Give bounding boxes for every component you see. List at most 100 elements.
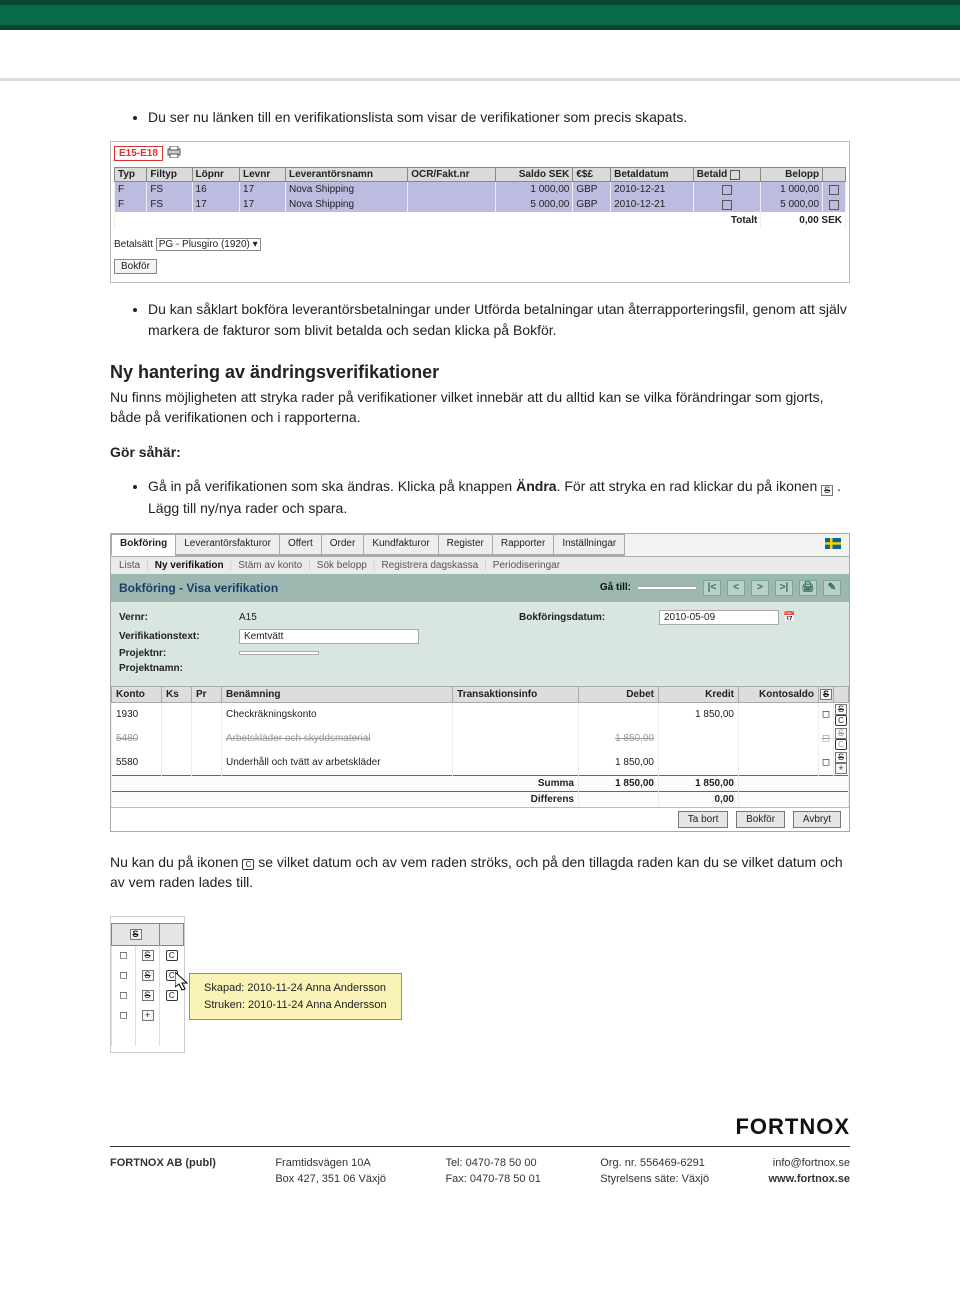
subtab-periodiseringar[interactable]: Periodiseringar xyxy=(493,560,560,571)
strike-icon[interactable]: S xyxy=(142,970,154,981)
th-strike: S xyxy=(819,686,834,702)
grid-row-struck[interactable]: 5480 Arbetskläder och skyddsmaterial 1 8… xyxy=(112,727,849,751)
nav-first-icon[interactable]: |< xyxy=(703,580,721,596)
print-icon[interactable] xyxy=(166,146,182,161)
bullet-list-1: Du ser nu länken till en verifikationsli… xyxy=(110,107,850,127)
screenshot-verifikation: Bokföring Leverantörsfakturor Offert Ord… xyxy=(110,533,850,832)
row-betald-checkbox[interactable] xyxy=(722,185,732,195)
strike-icon[interactable]: S xyxy=(835,728,847,739)
bullet-list-2: Du kan såklart bokföra leverantörsbetaln… xyxy=(110,299,850,340)
subtab-registrera-dagskassa[interactable]: Registrera dagskassa xyxy=(381,560,478,571)
info-c-icon: C xyxy=(242,859,254,870)
grid-row[interactable]: 5580 Underhåll och tvätt av arbetskläder… xyxy=(112,751,849,776)
betalningar-table: Typ Filtyp Löpnr Levnr Leverantörsnamn O… xyxy=(114,167,846,228)
note-icon[interactable]: ◻ xyxy=(119,950,127,961)
bokfor-button[interactable]: Bokför xyxy=(736,811,785,828)
vernr-label: Vernr: xyxy=(119,612,239,623)
betalsatt-label: Betalsätt xyxy=(114,239,153,250)
tab-kundfakturor[interactable]: Kundfakturor xyxy=(363,534,438,556)
tab-leverantorsfakturor[interactable]: Leverantörsfakturor xyxy=(175,534,280,556)
tabort-button[interactable]: Ta bort xyxy=(678,811,729,828)
th-betdatum: Betaldatum xyxy=(611,168,694,182)
th-betald: Betald xyxy=(693,168,761,182)
bokdatum-input[interactable]: 2010-05-09 xyxy=(659,610,779,625)
note-icon[interactable]: ◻ xyxy=(822,709,830,720)
strike-icon[interactable]: S xyxy=(835,704,847,715)
grid-header-row: Konto Ks Pr Benämning Transaktionsinfo D… xyxy=(112,686,849,702)
total-row: Totalt 0,00 SEK xyxy=(115,212,846,228)
th-typ: Typ xyxy=(115,168,147,182)
logo-row: FORTNOX xyxy=(110,1114,850,1140)
nav-next-icon[interactable]: > xyxy=(751,580,769,596)
action-button-bar: Ta bort Bokför Avbryt xyxy=(111,807,849,831)
row-extra-checkbox[interactable] xyxy=(829,185,839,195)
tooltip-struken: Struken: 2010-11-24 Anna Andersson xyxy=(204,997,387,1014)
projnr-input[interactable] xyxy=(239,651,319,655)
gor-sahar-label: Gör såhär: xyxy=(110,442,850,462)
betald-master-checkbox[interactable] xyxy=(730,170,740,180)
info-c-icon[interactable]: C xyxy=(166,970,178,981)
note-icon[interactable]: ◻ xyxy=(119,970,127,981)
tab-offert[interactable]: Offert xyxy=(279,534,322,556)
info-c-icon[interactable]: C xyxy=(166,990,178,1001)
vernr-value: A15 xyxy=(239,612,439,623)
panel-title: Bokföring - Visa verifikation xyxy=(119,581,278,595)
strike-icon[interactable]: S xyxy=(142,950,154,961)
summa-row: Summa 1 850,00 1 850,00 xyxy=(112,775,849,791)
tab-rapporter[interactable]: Rapporter xyxy=(492,534,554,556)
note-icon[interactable]: ◻ xyxy=(119,1010,127,1021)
tab-bokforing[interactable]: Bokföring xyxy=(111,534,176,556)
add-row-icon[interactable]: + xyxy=(835,763,847,774)
grid-row[interactable]: 1930 Checkräkningskonto 1 850,00 ◻ S C xyxy=(112,702,849,727)
note-icon[interactable]: ◻ xyxy=(822,757,830,768)
top-brand-band xyxy=(0,0,960,30)
row-betald-checkbox[interactable] xyxy=(722,200,732,210)
sweden-flag-icon[interactable] xyxy=(817,534,849,556)
subtab-stam-av-konto[interactable]: Stäm av konto xyxy=(238,560,302,571)
strike-icon[interactable]: S xyxy=(835,752,847,763)
nav-prev-icon[interactable]: < xyxy=(727,580,745,596)
new-icon[interactable]: ✎ xyxy=(823,580,841,596)
th-kontosaldo: Kontosaldo xyxy=(739,686,819,702)
th-ocr: OCR/Fakt.nr xyxy=(408,168,496,182)
info-c-icon[interactable]: C xyxy=(166,950,178,961)
th-benamning: Benämning xyxy=(222,686,453,702)
th-kredit: Kredit xyxy=(659,686,739,702)
footer-orgnr: Org. nr. 556469-6291Styrelsens säte: Väx… xyxy=(600,1155,709,1188)
verifikation-range-link[interactable]: E15-E18 xyxy=(114,146,163,161)
add-row-icon[interactable]: + xyxy=(142,1010,154,1021)
strike-icon[interactable]: S xyxy=(142,990,154,1001)
subtab-sok-belopp[interactable]: Sök belopp xyxy=(317,560,367,571)
info-c-icon[interactable]: C xyxy=(835,715,847,726)
subtab-ny-verifikation[interactable]: Ny verifikation xyxy=(155,560,224,571)
note-icon[interactable]: ◻ xyxy=(822,733,830,744)
info-c-icon[interactable]: C xyxy=(835,739,847,750)
subtab-lista[interactable]: Lista xyxy=(119,560,140,571)
betalsatt-row: Betalsätt PG - Plusgiro (1920) ▾ xyxy=(114,238,846,251)
avbryt-button[interactable]: Avbryt xyxy=(793,811,841,828)
table-row[interactable]: F FS 17 17 Nova Shipping 5 000,00 GBP 20… xyxy=(115,197,846,212)
note-icon[interactable]: ◻ xyxy=(119,990,127,1001)
bokdatum-label: Bokföringsdatum: xyxy=(519,612,659,623)
calendar-icon[interactable]: 📅 xyxy=(783,612,795,623)
print-icon[interactable]: 🖨 xyxy=(799,580,817,596)
section-title: Ny hantering av ändringsverifikationer xyxy=(110,362,850,383)
row-extra-checkbox[interactable] xyxy=(829,200,839,210)
tooltip-skapad: Skapad: 2010-11-24 Anna Andersson xyxy=(204,980,387,997)
table-row[interactable]: F FS 16 17 Nova Shipping 1 000,00 GBP 20… xyxy=(115,182,846,198)
page-footer: FORTNOX FORTNOX AB (publ) Framtidsvägen … xyxy=(0,1096,960,1218)
th-konto: Konto xyxy=(112,686,162,702)
titlebar-controls: Gå till: |< < > >| 🖨 ✎ xyxy=(600,580,841,596)
footer-address: Framtidsvägen 10ABox 427, 351 06 Växjö xyxy=(275,1155,386,1188)
ga-till-input[interactable] xyxy=(637,586,697,590)
nav-last-icon[interactable]: >| xyxy=(775,580,793,596)
tab-register[interactable]: Register xyxy=(438,534,493,556)
th-lopnr: Löpnr xyxy=(192,168,239,182)
tab-order[interactable]: Order xyxy=(321,534,365,556)
bullet-bokfor-info: Du kan såklart bokföra leverantörsbetaln… xyxy=(148,299,850,340)
vertext-input[interactable]: Kemtvätt xyxy=(239,629,419,644)
betalsatt-select[interactable]: PG - Plusgiro (1920) ▾ xyxy=(156,238,261,251)
tab-installningar[interactable]: Inställningar xyxy=(553,534,625,556)
bokfor-button[interactable]: Bokför xyxy=(114,259,157,274)
th-pr: Pr xyxy=(192,686,222,702)
